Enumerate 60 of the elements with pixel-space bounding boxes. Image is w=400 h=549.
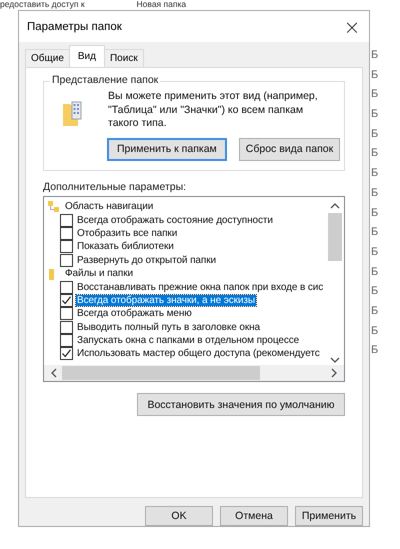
size-value: Б [371,285,378,300]
dialog-button[interactable]: Применить [295,506,363,526]
checkbox[interactable] [60,347,73,360]
checkbox[interactable] [60,240,73,254]
checkbox[interactable] [60,334,73,348]
group-label: Область навигации [64,201,154,212]
folder-icon [62,101,84,127]
size-value: Б [371,304,378,319]
view-button[interactable]: Сброс вида папок [238,138,340,160]
checkbox[interactable] [60,280,73,294]
view-button[interactable]: Применить к папкам [107,138,227,160]
option-label[interactable]: Отобразить все папки [76,228,178,239]
checkbox[interactable] [60,320,73,334]
scroll-right-icon[interactable] [330,368,338,378]
tab[interactable]: Поиск [104,49,144,67]
description-text: Вы можете применить этот вид (например, "Таблица" или "Значки") ко всем папкам такого типа. [108,90,319,130]
horizontal-scrollbar[interactable] [44,365,344,381]
size-value: Б [371,68,378,83]
size-value: Б [371,147,378,162]
size-value: Б [371,167,378,182]
size-value: Б [371,108,378,122]
option-label[interactable]: Всегда отображать значки, а не эскизы [76,294,256,306]
navigation-icon [48,200,60,213]
option-label[interactable]: Восстанавливать прежние окна папок при входе в сис [76,282,324,293]
toolbar-item[interactable]: редоставить доступ к [0,0,85,9]
checkbox[interactable] [60,294,73,307]
checkbox[interactable] [60,214,73,227]
dialog-button[interactable]: Отмена [220,506,288,526]
tab[interactable]: Вид [68,45,105,67]
option-label[interactable]: Показать библиотеки [76,241,175,252]
option-label[interactable]: Всегда отображать состояние доступности [76,214,274,226]
dialog-button[interactable]: OK [145,506,213,526]
group-title: Представление папок [50,74,160,86]
size-value: Б [371,266,378,280]
size-value: Б [371,246,378,260]
scroll-down-icon[interactable] [330,356,340,364]
checkbox[interactable] [60,254,73,267]
checkbox[interactable] [60,307,73,320]
scroll-up-icon[interactable] [330,202,340,210]
section-label: Дополнительные параметры: [43,181,188,193]
scroll-left-icon[interactable] [50,368,58,378]
option-label[interactable]: Всегда отображать меню [76,308,193,320]
toolbar-item[interactable]: Новая папка [136,0,186,9]
tab[interactable]: Общие [25,49,70,67]
size-value: Б [371,324,378,339]
restore-defaults-button[interactable]: Восстановить значения по умолчанию [137,393,345,416]
option-label[interactable]: Выводить полный путь в заголовке окна [76,322,262,333]
group-label: Файлы и папки [64,268,134,280]
option-label[interactable]: Развернуть до открытой папки [76,254,217,266]
window-title: Параметры папок [27,20,122,32]
option-label[interactable]: Использовать мастер общего доступа (рекомендуетс [76,348,321,360]
size-value: Б [371,206,378,220]
size-value: Б [371,49,378,63]
checkbox[interactable] [60,226,73,240]
size-value: Б [371,226,378,240]
size-value: Б [371,128,378,142]
size-value: Б [371,186,378,201]
option-label[interactable]: Запускать окна с папками в отдельном процессе [76,335,300,346]
size-value: Б [371,344,378,358]
size-value: Б [371,88,378,102]
